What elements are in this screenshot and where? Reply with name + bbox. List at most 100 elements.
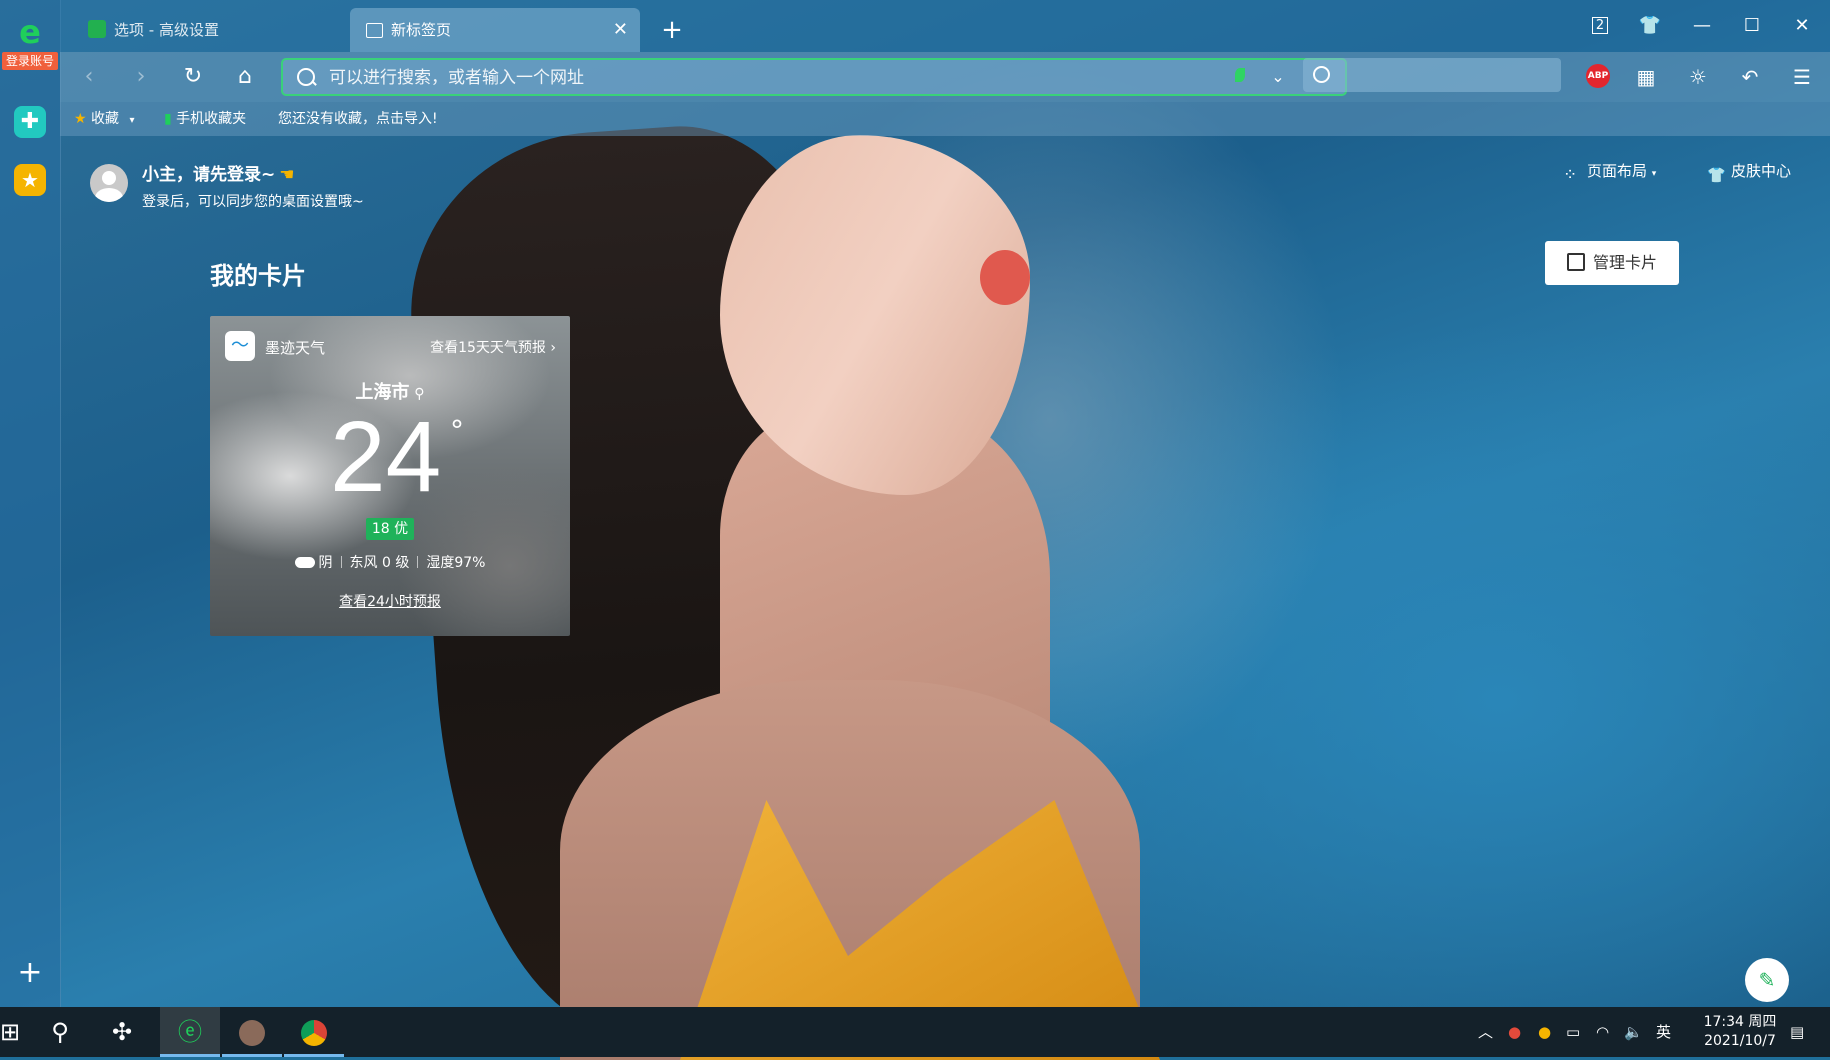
clock-time: 17:34 周四 [1703,1014,1777,1030]
weather-details: 阴东风 0 级湿度97% [210,552,570,572]
temperature: 24 [330,401,442,513]
my-cards-title: 我的卡片 [210,262,306,290]
maximize-button[interactable]: ☐ [1734,12,1770,40]
pointing-hand-icon: ☚ [279,165,295,185]
location-pin-icon: ⚲ [409,386,425,402]
tab-count-button[interactable]: 2 [1582,12,1618,40]
taskbar-search-icon[interactable]: ⚲ [30,1007,90,1057]
manage-cards-label: 管理卡片 [1592,253,1657,272]
skin-shirt-icon[interactable]: 👕 [1632,12,1668,40]
weather-provider: 墨迹天气 [265,339,326,357]
weather-condition: 阴 [318,555,333,571]
edit-icon [1566,253,1585,271]
forecast-15day-label: 查看15天天气预报 [430,340,546,356]
tab-new-tab[interactable]: 新标签页 ✕ [350,8,640,52]
moji-weather-logo-icon: 〜 [225,331,255,361]
chevron-down-icon: ▾ [1651,169,1657,179]
toolbar: ‹ › ↻ ⌂ ⌄ ABP ▦ ☼ ↶ ☰ [60,52,1830,102]
input-method-indicator[interactable]: 英 [1656,1007,1671,1057]
star-icon: ★ [74,111,87,127]
skin-center-button[interactable]: 👕 皮肤中心 [1707,160,1791,184]
login-greeting[interactable]: 小主，请先登录~ ☚ [142,160,295,185]
clock-date: 2021/10/7 [1704,1033,1776,1049]
degree-symbol: ° [450,414,464,447]
browser-logo-icon[interactable]: e [14,16,46,48]
weather-card[interactable]: 〜 墨迹天气 查看15天天气预报 › 上海市 ⚲ 24 ° 18 优 阴东风 0… [210,316,570,636]
tab-count: 2 [1591,17,1609,34]
forecast-24h-link[interactable]: 查看24小时预报 [210,591,570,611]
notes-float-icon[interactable]: ✎ [1745,958,1789,1002]
tab-advanced-settings[interactable]: 选项 - 高级设置 [72,8,362,52]
chevron-down-icon: ▾ [129,115,135,126]
address-bar[interactable]: ⌄ [281,58,1347,96]
close-tab-icon[interactable]: ✕ [613,8,628,52]
login-account-button[interactable]: 登录账号 [2,52,58,70]
mobile-favorites[interactable]: ▮ 手机收藏夹 [164,102,246,136]
search-icon [297,68,315,86]
forward-button[interactable]: › [124,62,158,92]
air-quality-badge: 18 优 [366,518,414,540]
tray-app-icon[interactable]: ● [1508,1007,1521,1057]
settings-tab-icon [88,20,106,38]
taskbar-photo-app-icon[interactable] [222,1007,282,1057]
humidity-info: 湿度97% [426,555,486,571]
close-window-button[interactable]: ✕ [1784,12,1820,40]
divider [340,556,342,568]
divider [417,556,419,568]
forecast-15day-link[interactable]: 查看15天天气预报 › [430,337,556,357]
new-tab-button[interactable]: + [650,8,694,52]
left-sidebar: e 登录账号 ✚ ★ + [0,0,61,1007]
taskbar-browser-icon[interactable]: ⓔ [160,1007,220,1057]
apps-grid-icon[interactable]: ▦ [1628,62,1664,92]
page-layout-button[interactable]: ⁘ 页面布局 ▾ [1563,160,1656,184]
wallpaper-lips [980,250,1030,305]
tray-qq-icon[interactable]: ● [1538,1007,1551,1057]
tab-title: 新标签页 [391,21,452,39]
reload-button[interactable]: ↻ [176,62,210,92]
taskbar-chrome-icon[interactable] [284,1007,344,1057]
wifi-icon[interactable]: ◠ [1596,1007,1609,1057]
taskbar-app-pinwheel-icon[interactable]: ✣ [92,1007,152,1057]
notification-center-icon[interactable]: ▤ [1790,1007,1804,1057]
sidebar-app-icon[interactable]: ✚ [14,106,46,138]
minimize-button[interactable]: — [1684,12,1720,40]
tray-expand-icon[interactable]: ︿ [1478,1007,1493,1057]
bookmarks-bar: ★ 收藏 ▾ ▮ 手机收藏夹 您还没有收藏，点击导入! [60,102,1830,136]
battery-icon[interactable]: ▭ [1566,1007,1580,1057]
tab-title: 选项 - 高级设置 [114,21,219,39]
chevron-down-icon[interactable]: ⌄ [1263,62,1293,92]
wind-info: 东风 0 级 [349,555,410,571]
skin-label: 皮肤中心 [1731,162,1792,180]
sidebar-favorites-icon[interactable]: ★ [14,164,46,196]
taskbar: ⊞ ⚲ ✣ ⓔ ︿ ● ● ▭ ◠ 🔈 英 17:34 周四 2021/10/7… [0,1007,1830,1057]
new-tab-page-icon [366,23,383,38]
back-button[interactable]: ‹ [72,62,106,92]
mobile-favorites-label: 手机收藏夹 [176,111,247,127]
volume-icon[interactable]: 🔈 [1624,1007,1643,1057]
adblock-icon[interactable]: ABP [1586,64,1610,88]
sidebar-add-button[interactable]: + [15,958,45,988]
favorites-label: 收藏 [91,111,120,127]
menu-icon[interactable]: ☰ [1784,62,1820,92]
phone-icon: ▮ [164,111,172,127]
manage-cards-button[interactable]: 管理卡片 [1545,241,1679,285]
address-input[interactable] [327,64,1231,92]
avatar[interactable] [90,164,128,202]
favorites-menu[interactable]: ★ 收藏 ▾ [74,102,135,138]
undo-icon[interactable]: ↶ [1732,62,1768,92]
search-box[interactable] [1303,58,1561,92]
brightness-icon[interactable]: ☼ [1680,62,1716,92]
import-favorites-link[interactable]: 您还没有收藏，点击导入! [278,102,438,136]
cloud-icon [294,557,315,568]
city-label: 上海市 [355,382,410,403]
shirt-icon: 👕 [1707,166,1726,184]
search-icon [1313,66,1330,83]
secure-leaf-icon [1235,68,1245,82]
tab-bar: 选项 - 高级设置 新标签页 ✕ + 2 👕 — ☐ ✕ [60,0,1830,52]
greeting-text: 小主，请先登录~ [142,165,276,185]
layout-grid-icon: ⁘ [1563,165,1578,185]
login-subtitle: 登录后，可以同步您的桌面设置哦~ [142,194,364,210]
home-button[interactable]: ⌂ [228,62,262,92]
clock[interactable]: 17:34 周四 2021/10/7 [1690,1013,1790,1051]
layout-label: 页面布局 [1587,162,1648,180]
